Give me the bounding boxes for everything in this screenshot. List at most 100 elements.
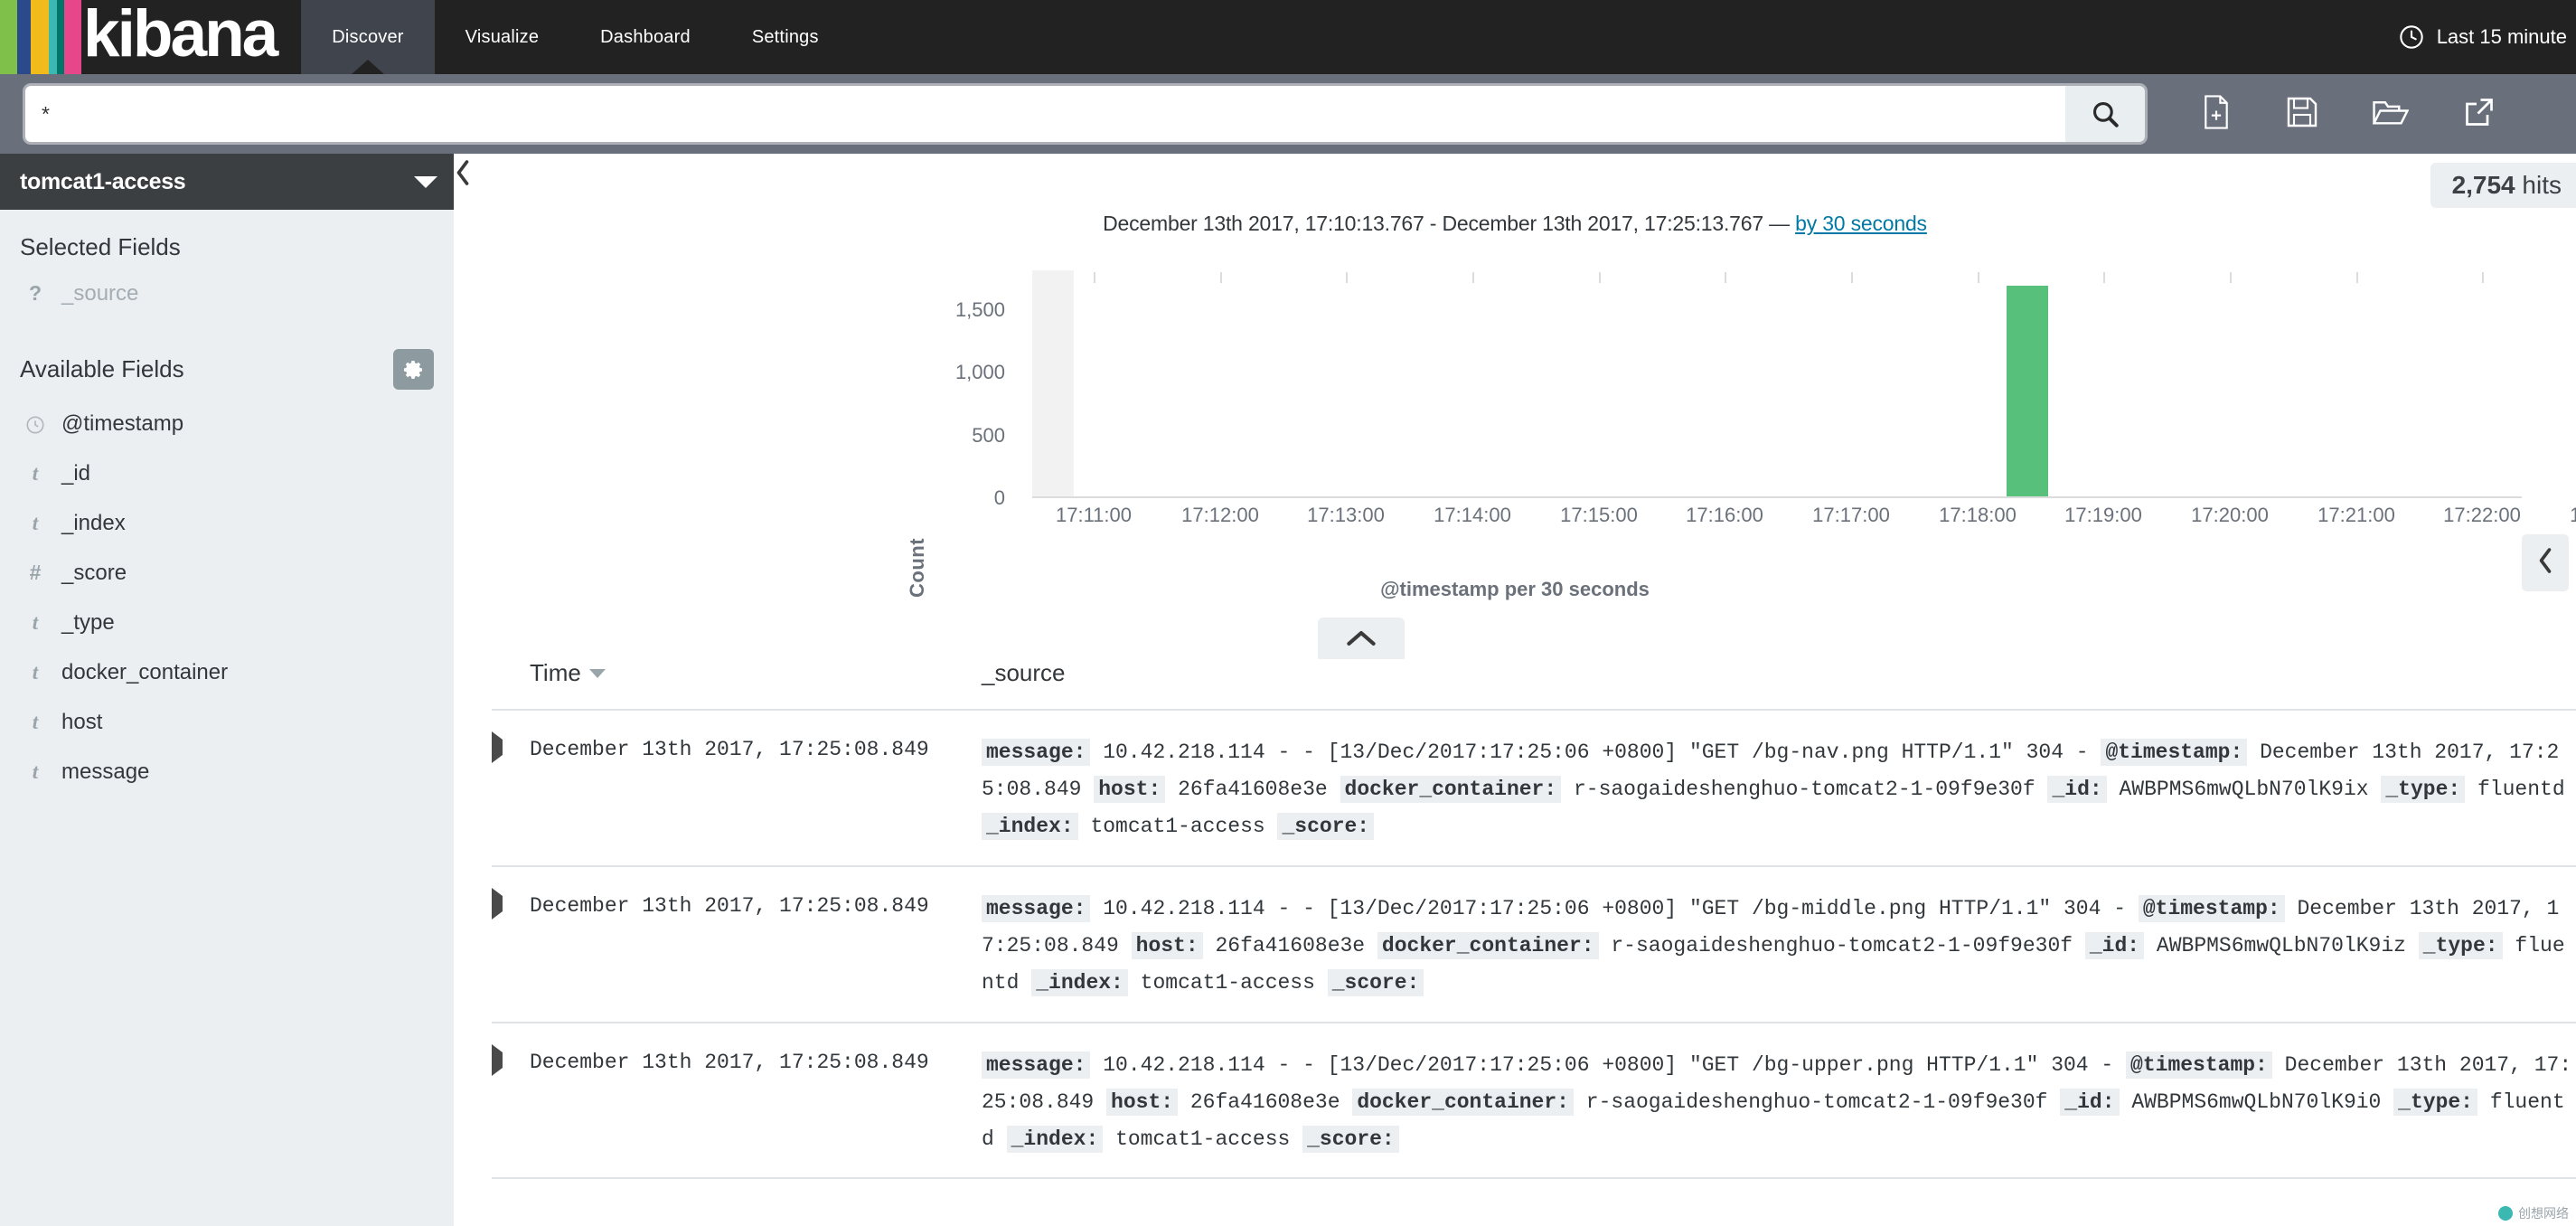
row-source-cell: message: 10.42.218.114 - - [13/Dec/2017:… — [982, 1047, 2576, 1158]
toggle-chart-button[interactable] — [1318, 618, 1405, 659]
collapse-chart-button[interactable] — [2522, 534, 2569, 591]
chart-range-text: December 13th 2017, 17:10:13.767 - Decem… — [1103, 212, 1790, 235]
expand-row-button[interactable] — [492, 731, 530, 845]
field-item-timestamp[interactable]: @timestamp — [20, 399, 434, 448]
field-type-string-icon: t — [32, 511, 39, 534]
field-item-type[interactable]: t _type — [20, 598, 434, 647]
y-tick-label: 1,500 — [954, 297, 1005, 321]
nav-item-dashboard[interactable]: Dashboard — [569, 0, 721, 74]
x-tick-label: 17:23:00 — [2570, 504, 2576, 526]
source-field-key: host: — [1106, 1088, 1179, 1116]
source-field-value: 26fa41608e3e — [1215, 933, 1366, 957]
gear-icon — [403, 360, 422, 379]
source-field-key: host: — [1131, 931, 1203, 959]
expand-row-icon — [492, 887, 503, 920]
expand-row-icon — [492, 731, 503, 763]
field-item-docker-container[interactable]: t docker_container — [20, 647, 434, 697]
source-field-key: _index: — [1031, 968, 1128, 996]
x-tick-label: 17:18:00 — [1939, 504, 2017, 526]
source-field-key: _score: — [1277, 812, 1375, 840]
source-field-key: _id: — [2084, 931, 2145, 959]
x-tick-label: 17:20:00 — [2191, 504, 2269, 526]
source-field-value: 26fa41608e3e — [1178, 777, 1328, 801]
logo-color-bars-icon — [0, 0, 81, 74]
x-tick-label: 17:14:00 — [1434, 504, 1511, 526]
search-submit-button[interactable] — [2065, 86, 2145, 142]
source-field-value: AWBPMS6mwQLbN70lK9ix — [2119, 777, 2369, 801]
collapse-sidebar-button[interactable] — [454, 159, 474, 193]
search-icon — [2092, 101, 2119, 127]
save-search-icon[interactable] — [2286, 96, 2318, 133]
open-search-icon[interactable] — [2372, 97, 2410, 132]
field-name: _id — [61, 460, 91, 486]
index-pattern-selector[interactable]: tomcat1-access — [0, 154, 454, 210]
field-item-score[interactable]: # _score — [20, 548, 434, 598]
field-item-message[interactable]: t message — [20, 747, 434, 797]
sort-desc-icon[interactable] — [588, 668, 606, 678]
source-field-key: _index: — [982, 812, 1078, 840]
nav-item-settings[interactable]: Settings — [721, 0, 850, 74]
chart-toggle-wrap — [454, 601, 2576, 659]
field-type-string-icon: t — [32, 660, 39, 684]
nav-item-discover[interactable]: Discover — [301, 0, 435, 74]
source-field-value: AWBPMS6mwQLbN70lK9iz — [2156, 933, 2406, 957]
field-name: host — [61, 709, 103, 734]
expand-row-button[interactable] — [492, 1043, 530, 1158]
source-field-value: r-saogaideshenghuo-tomcat2-1-09f9e30f — [1573, 777, 2035, 801]
field-settings-button[interactable] — [393, 349, 434, 390]
field-sidebar: tomcat1-access Selected Fields ? _source… — [0, 154, 454, 1226]
watermark-logo-icon — [2498, 1206, 2513, 1221]
query-bar-actions — [2201, 94, 2496, 134]
table-row[interactable]: December 13th 2017, 17:25:08.849 message… — [492, 711, 2576, 867]
watermark-label: 创想网络 — [2518, 1206, 2569, 1221]
y-tick-label: 1,000 — [954, 361, 1005, 384]
chart-hover-highlight — [1032, 270, 1074, 496]
source-field-key: _score: — [1302, 1125, 1399, 1153]
top-navigation-bar: kibana Discover Visualize Dashboard Sett… — [0, 0, 2576, 74]
time-picker-label: Last 15 minute — [2436, 25, 2567, 48]
source-field-key: _type: — [2393, 1088, 2477, 1116]
field-item-id[interactable]: t _id — [20, 448, 434, 498]
source-field-key: _index: — [1006, 1125, 1104, 1153]
histogram-chart: Count 0 500 1,000 1,500 17:11:00 17:12:0… — [454, 254, 2576, 598]
table-row[interactable]: December 13th 2017, 17:25:08.849 message… — [492, 1023, 2576, 1180]
field-item-index[interactable]: t _index — [20, 498, 434, 548]
documents-table: Time _source December 13th 2017, 17:25:0… — [454, 643, 2576, 1180]
x-tick-label: 17:12:00 — [1181, 504, 1259, 526]
chart-bar[interactable] — [2007, 286, 2048, 496]
search-input[interactable] — [25, 86, 2065, 142]
available-fields-heading: Available Fields — [20, 355, 184, 382]
source-field-key: docker_container: — [1377, 931, 1599, 959]
expand-row-button[interactable] — [492, 887, 530, 1002]
new-search-icon[interactable] — [2201, 94, 2232, 134]
selected-fields-heading: Selected Fields — [20, 233, 181, 260]
field-item-host[interactable]: t host — [20, 697, 434, 747]
field-name: @timestamp — [61, 410, 184, 436]
hits-count-value: 2,754 — [2451, 171, 2515, 199]
index-pattern-name: tomcat1-access — [20, 168, 186, 194]
chart-interval-link[interactable]: by 30 seconds — [1795, 212, 1927, 235]
nav-item-visualize[interactable]: Visualize — [435, 0, 569, 74]
chart-x-axis-label: @timestamp per 30 seconds — [1380, 578, 1650, 600]
source-field-value: 10.42.218.114 - - [13/Dec/2017:17:25:06 … — [1103, 1052, 2114, 1077]
row-time-cell: December 13th 2017, 17:25:08.849 — [530, 893, 929, 918]
column-header-time[interactable]: Time — [530, 659, 982, 687]
chart-plot-area: 17:11:00 17:12:00 17:13:00 17:14:00 17:1… — [1032, 270, 2576, 526]
field-type-string-icon: t — [32, 710, 39, 733]
chart-y-axis-label: Count — [906, 537, 928, 598]
share-search-icon[interactable] — [2463, 96, 2496, 133]
chevron-up-icon — [1347, 631, 1376, 646]
chevron-down-icon[interactable] — [414, 175, 437, 188]
table-row[interactable]: December 13th 2017, 17:25:08.849 message… — [492, 867, 2576, 1023]
x-tick-label: 17:22:00 — [2443, 504, 2521, 526]
main-nav-items: Discover Visualize Dashboard Settings — [301, 0, 849, 74]
x-tick-label: 17:13:00 — [1307, 504, 1385, 526]
chevron-left-icon — [2539, 548, 2552, 573]
source-field-key: _id: — [2060, 1088, 2120, 1116]
source-field-value: r-saogaideshenghuo-tomcat2-1-09f9e30f — [1585, 1089, 2048, 1114]
source-field-key: message: — [982, 894, 1091, 922]
x-tick-label: 17:19:00 — [2064, 504, 2142, 526]
time-picker-button[interactable]: Last 15 minute — [2399, 0, 2576, 74]
field-item-source[interactable]: ? _source — [20, 269, 434, 318]
chevron-left-icon — [456, 160, 469, 185]
